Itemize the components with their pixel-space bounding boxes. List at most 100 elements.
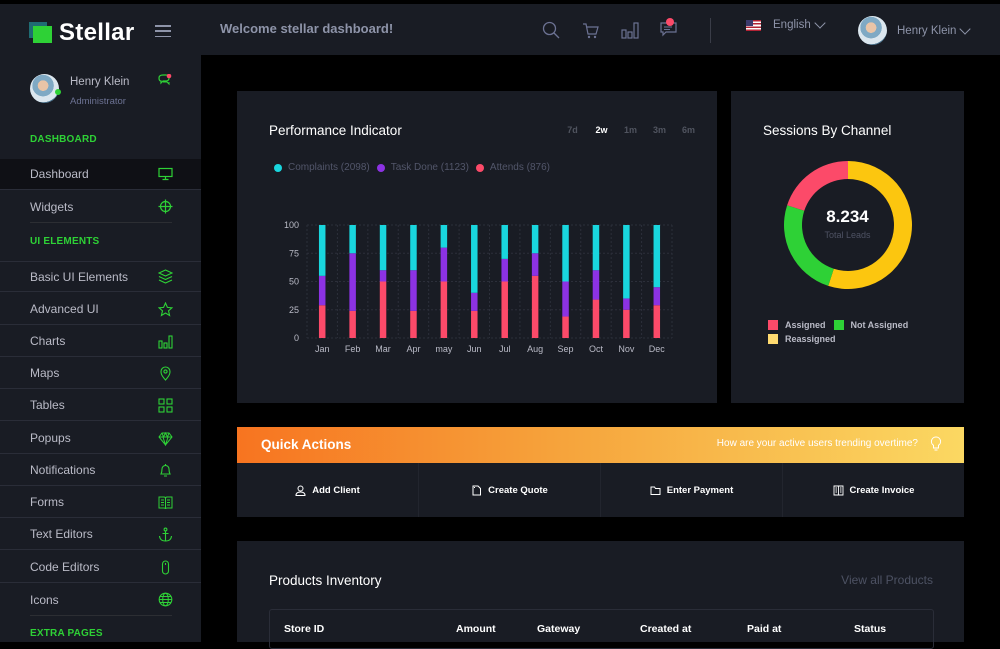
chat-icon[interactable] [158,74,172,86]
brand-name: Stellar [59,19,135,46]
search-icon[interactable] [541,20,561,40]
bar-attends [318,305,326,338]
bar-complaints [410,225,417,271]
anchor-icon [157,526,173,542]
sidebar-item-label: Basic UI Elements [30,269,129,284]
star-icon [157,301,173,317]
bar-task-done [592,270,600,300]
bar-task-done [440,247,448,282]
view-all-products-link[interactable]: View all Products [841,573,933,587]
sidebar-item-advanced-ui[interactable]: Advanced UI [0,294,201,325]
message-icon[interactable] [659,17,679,37]
sidebar-divider [30,615,172,616]
mouse-icon [157,559,173,575]
user-name: Henry Klein [897,24,957,37]
column-header-paid-at[interactable]: Paid at [747,623,781,635]
layers-icon [157,269,173,285]
avatar [30,74,61,103]
sidebar-item-code-editors[interactable]: Code Editors [0,552,201,583]
x-tick-label: Oct [589,344,604,354]
bar-complaints [318,225,326,276]
sidebar-item-charts[interactable]: Charts [0,326,201,357]
sidebar-profile[interactable]: Henry Klein Administrator [30,74,190,110]
language-label: English [773,19,811,31]
us-flag-icon [746,19,761,31]
sidebar-item-label: Icons [30,592,59,607]
bar-task-done [501,258,508,282]
add-client-button[interactable]: Add Client [237,463,419,517]
sidebar: Stellar Henry Klein Administrator DASHBO… [0,4,201,642]
bar-attends [531,275,539,338]
monitor-icon [157,166,173,182]
sidebar-item-tables[interactable]: Tables [0,390,201,421]
sidebar-item-label: Popups [30,431,71,445]
sessions-card: Sessions By Channel 8.234 Total Leads As… [731,91,964,403]
sidebar-item-label: Charts [30,334,66,348]
bar-complaints [623,225,630,299]
sidebar-item-basic-ui[interactable]: Basic UI Elements [0,261,201,292]
bar-complaints [501,225,508,259]
cart-icon[interactable] [581,20,601,40]
x-tick-label: may [435,344,453,354]
bell-icon [157,462,173,478]
logo-icon [29,22,53,44]
bar-task-done [379,270,387,282]
legend-swatch [768,334,778,344]
sidebar-item-label: Code Editors [30,560,100,574]
bar-task-done [623,298,630,310]
column-header-gateway[interactable]: Gateway [537,623,580,635]
sidebar-item-text-editors[interactable]: Text Editors [0,519,201,550]
bar-complaints [531,225,539,254]
performance-bar-chart: 0 25 50 75 100 Jan Feb Mar Apr may Jun Jul Aug Sep Oct… [284,220,673,354]
profile-name: Henry Klein [70,76,130,88]
bar-attends [471,310,478,338]
bar-complaints [379,225,387,271]
x-tick-label: Aug [527,344,543,354]
sidebar-item-widgets[interactable]: Widgets [0,191,201,222]
bar-chart-icon[interactable] [620,20,640,40]
sidebar-item-label: Text Editors [30,527,93,541]
column-header-created-at[interactable]: Created at [640,623,691,635]
bar-task-done [471,292,478,311]
bar-attends [592,299,600,338]
section-title-extra-pages: EXTRA PAGES [30,628,103,639]
column-header-store-id[interactable]: Store ID [284,623,324,635]
sidebar-item-notifications[interactable]: Notifications [0,455,201,486]
enter-payment-button[interactable]: Enter Payment [601,463,783,517]
sidebar-item-dashboard[interactable]: Dashboard [0,159,201,190]
avatar [858,16,887,45]
bar-attends [349,310,356,338]
lightbulb-icon[interactable] [930,436,942,452]
bar-task-done [318,275,326,306]
create-invoice-button[interactable]: Create Invoice [783,463,964,517]
globe-icon [157,592,173,608]
x-tick-label: Jan [315,344,330,354]
column-header-status[interactable]: Status [854,623,886,635]
language-dropdown[interactable]: English [746,17,826,31]
online-status-dot [55,89,61,95]
x-tick-label: Feb [345,344,361,354]
user-dropdown[interactable]: Henry Klein [858,16,972,45]
create-quote-button[interactable]: Create Quote [419,463,601,517]
section-title-ui-elements: UI ELEMENTS [30,236,100,247]
bar-task-done [349,253,356,311]
sidebar-item-maps[interactable]: Maps [0,358,201,389]
performance-card: Performance Indicator 7d 2w 1m 3m 6m Com… [237,91,717,403]
sidebar-item-icons[interactable]: Icons [0,584,201,615]
sidebar-item-popups[interactable]: Popups [0,423,201,454]
column-header-amount[interactable]: Amount [456,623,496,635]
legend-not-assigned: Not Assigned [833,320,908,330]
sidebar-item-label: Dashboard [30,167,89,181]
sidebar-item-forms[interactable]: Forms [0,487,201,518]
header-divider [710,18,711,43]
brand-logo[interactable]: Stellar [29,19,134,47]
sidebar-item-label: Tables [30,398,65,412]
crosshair-icon [157,199,173,215]
menu-toggle-icon[interactable] [155,25,171,37]
bar-task-done [410,270,417,311]
bar-attends [623,309,630,338]
x-tick-label: Sep [558,344,574,354]
folder-icon [650,486,661,495]
quick-actions-title: Quick Actions [261,437,352,452]
quick-actions-banner: Quick Actions How are your active users … [237,427,964,463]
